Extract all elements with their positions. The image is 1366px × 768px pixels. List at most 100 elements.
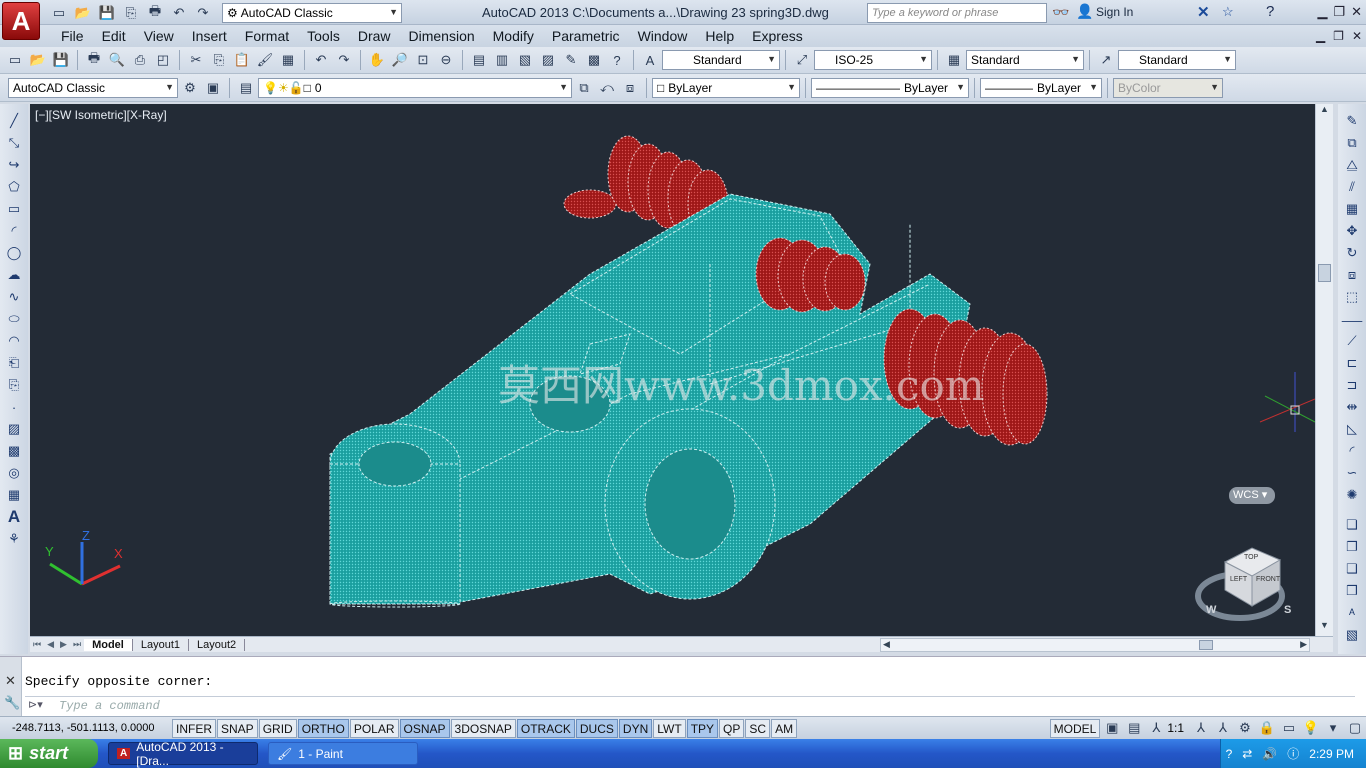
draw-order-back-icon[interactable]: ❐ <box>1341 536 1363 558</box>
add-selected-icon[interactable]: ⚘ <box>3 528 25 550</box>
array-icon[interactable]: ▦ <box>1341 198 1363 220</box>
region-icon[interactable]: ◎ <box>3 462 25 484</box>
annotation-scale-icon[interactable]: ⅄ <box>1145 717 1167 739</box>
help-icon[interactable]: ? <box>1226 747 1233 761</box>
menu-format[interactable]: Format <box>236 28 298 44</box>
make-current-layer-icon[interactable]: ⧉ <box>573 77 595 99</box>
horizontal-scrollbar[interactable]: ◀ ▶ <box>880 637 1310 652</box>
redo-icon[interactable]: ↷ <box>192 2 214 24</box>
toggle-tpy[interactable]: TPY <box>686 718 719 738</box>
workspace-switching-icon[interactable]: ⚙ <box>1234 717 1256 739</box>
send-under-icon[interactable]: ❒ <box>1341 580 1363 602</box>
mirror-icon[interactable]: ⧋ <box>1341 154 1363 176</box>
toggle-polar[interactable]: POLAR <box>349 718 399 738</box>
point-icon[interactable]: · <box>3 396 25 418</box>
doc-minimize-icon[interactable]: ▁ <box>1316 29 1325 43</box>
break-at-point-icon[interactable]: ⊏ <box>1341 352 1363 374</box>
help-icon[interactable]: ? <box>606 49 628 71</box>
markup-icon[interactable]: ✎ <box>560 49 582 71</box>
command-input[interactable]: Type a command <box>25 696 1355 714</box>
annotation-visibility-icon[interactable]: ⅄ <box>1190 717 1212 739</box>
insert-block-icon[interactable]: ⎗ <box>3 352 25 374</box>
explode-icon[interactable]: ✺ <box>1341 484 1363 506</box>
toggle-lwt[interactable]: LWT <box>653 718 686 738</box>
bring-above-icon[interactable]: ❑ <box>1341 558 1363 580</box>
workspace-settings-icon[interactable]: ⚙ <box>179 77 201 99</box>
gradient-icon[interactable]: ▩ <box>3 440 25 462</box>
circle-icon[interactable]: ◯ <box>3 242 25 264</box>
scroll-down-icon[interactable]: ▼ <box>1316 620 1333 636</box>
toggle-3dosnap[interactable]: 3DOSNAP <box>450 718 516 738</box>
menu-parametric[interactable]: Parametric <box>543 28 629 44</box>
trim-icon[interactable]: ⸺ <box>1341 308 1363 330</box>
toggle-osnap[interactable]: OSNAP <box>399 718 450 738</box>
scroll-up-icon[interactable]: ▲ <box>1316 104 1333 120</box>
layer-state-icon[interactable]: ⧈ <box>619 77 641 99</box>
sign-in-link[interactable]: Sign In <box>1096 5 1133 19</box>
last-tab-icon[interactable]: ⏭ <box>70 639 84 650</box>
cut-icon[interactable]: ✂ <box>185 49 207 71</box>
command-prompt-icon[interactable]: ⊳▾ <box>28 698 43 711</box>
next-tab-icon[interactable]: ▶ <box>57 639 70 650</box>
tool-palettes-icon[interactable]: ▧ <box>514 49 536 71</box>
doc-restore-icon[interactable]: ❐ <box>1333 29 1344 43</box>
linetype-dropdown[interactable]: ——————— ByLayer ▼ <box>811 77 969 98</box>
make-block-icon[interactable]: ⎘ <box>3 374 25 396</box>
toggle-snap[interactable]: SNAP <box>217 718 258 738</box>
toggle-dyn[interactable]: DYN <box>618 718 653 738</box>
open-icon[interactable]: 📂 <box>27 49 49 71</box>
zoom-window-icon[interactable]: ⊡ <box>412 49 434 71</box>
toggle-ortho[interactable]: ORTHO <box>297 718 349 738</box>
menu-help[interactable]: Help <box>696 28 743 44</box>
match-properties-icon[interactable]: 🖌 <box>254 49 276 71</box>
copy-icon[interactable]: ⎘ <box>208 49 230 71</box>
line-icon[interactable]: ╱ <box>3 110 25 132</box>
erase-icon[interactable]: ✎ <box>1341 110 1363 132</box>
menu-view[interactable]: View <box>135 28 183 44</box>
start-button[interactable]: ⊞ start <box>0 739 98 768</box>
menu-file[interactable]: File <box>52 28 93 44</box>
doc-close-icon[interactable]: ✕ <box>1352 29 1362 43</box>
multileader-style-dropdown[interactable]: Standard ▼ <box>1118 50 1236 70</box>
offset-icon[interactable]: ⫽ <box>1341 176 1363 198</box>
text-front-icon[interactable]: ᴬ <box>1341 602 1363 624</box>
save-icon[interactable]: 💾 <box>50 49 72 71</box>
publish-icon[interactable]: ⎙ <box>129 49 151 71</box>
dim-style-icon[interactable]: ⤢ <box>791 49 813 71</box>
lineweight-dropdown[interactable]: ———— ByLayer ▼ <box>980 77 1102 98</box>
ellipse-arc-icon[interactable]: ◠ <box>3 330 25 352</box>
model-space-button[interactable]: MODEL <box>1049 718 1101 738</box>
menu-edit[interactable]: Edit <box>93 28 135 44</box>
calculator-icon[interactable]: ▩ <box>583 49 605 71</box>
command-window-grip[interactable]: ✕ 🔧 <box>0 657 22 717</box>
hscroll-thumb[interactable] <box>1199 639 1213 650</box>
plot-icon[interactable]: 🖶 <box>144 2 166 24</box>
plot-preview-icon[interactable]: 🔍 <box>106 49 128 71</box>
extend-icon[interactable]: ⟋ <box>1341 330 1363 352</box>
toggle-infer[interactable]: INFER <box>172 718 216 738</box>
save-as-icon[interactable]: ⎘ <box>120 2 142 24</box>
binoculars-icon[interactable]: 👓 <box>1052 4 1069 21</box>
menu-draw[interactable]: Draw <box>349 28 400 44</box>
prev-tab-icon[interactable]: ◀ <box>44 639 57 650</box>
search-input[interactable]: Type a keyword or phrase <box>867 3 1047 23</box>
blend-curves-icon[interactable]: ∽ <box>1341 462 1363 484</box>
text-style-dropdown[interactable]: Standard ▼ <box>662 50 780 70</box>
chamfer-icon[interactable]: ◺ <box>1341 418 1363 440</box>
hardware-acceleration-icon[interactable]: ▭ <box>1278 717 1300 739</box>
layer-dropdown[interactable]: 💡 ☀ 🔓 □ 0 ▼ <box>258 77 572 98</box>
polygon-icon[interactable]: ⬠ <box>3 176 25 198</box>
help-icon[interactable]: ? <box>1266 3 1274 20</box>
toggle-qp[interactable]: QP <box>719 718 745 738</box>
scale-icon[interactable]: ⧈ <box>1341 264 1363 286</box>
spline-icon[interactable]: ∿ <box>3 286 25 308</box>
polyline-icon[interactable]: ↪ <box>3 154 25 176</box>
toggle-sc[interactable]: SC <box>745 718 771 738</box>
workspace-dropdown[interactable]: ⚙ AutoCAD Classic ▼ <box>222 3 402 23</box>
break-icon[interactable]: ⊐ <box>1341 374 1363 396</box>
network-icon[interactable]: ⇄ <box>1242 747 1252 761</box>
task-paint[interactable]: 🖌 1 - Paint <box>268 742 418 765</box>
scroll-left-icon[interactable]: ◀ <box>883 639 890 650</box>
layer-properties-icon[interactable]: ▤ <box>235 77 257 99</box>
scroll-right-icon[interactable]: ▶ <box>1300 639 1307 650</box>
